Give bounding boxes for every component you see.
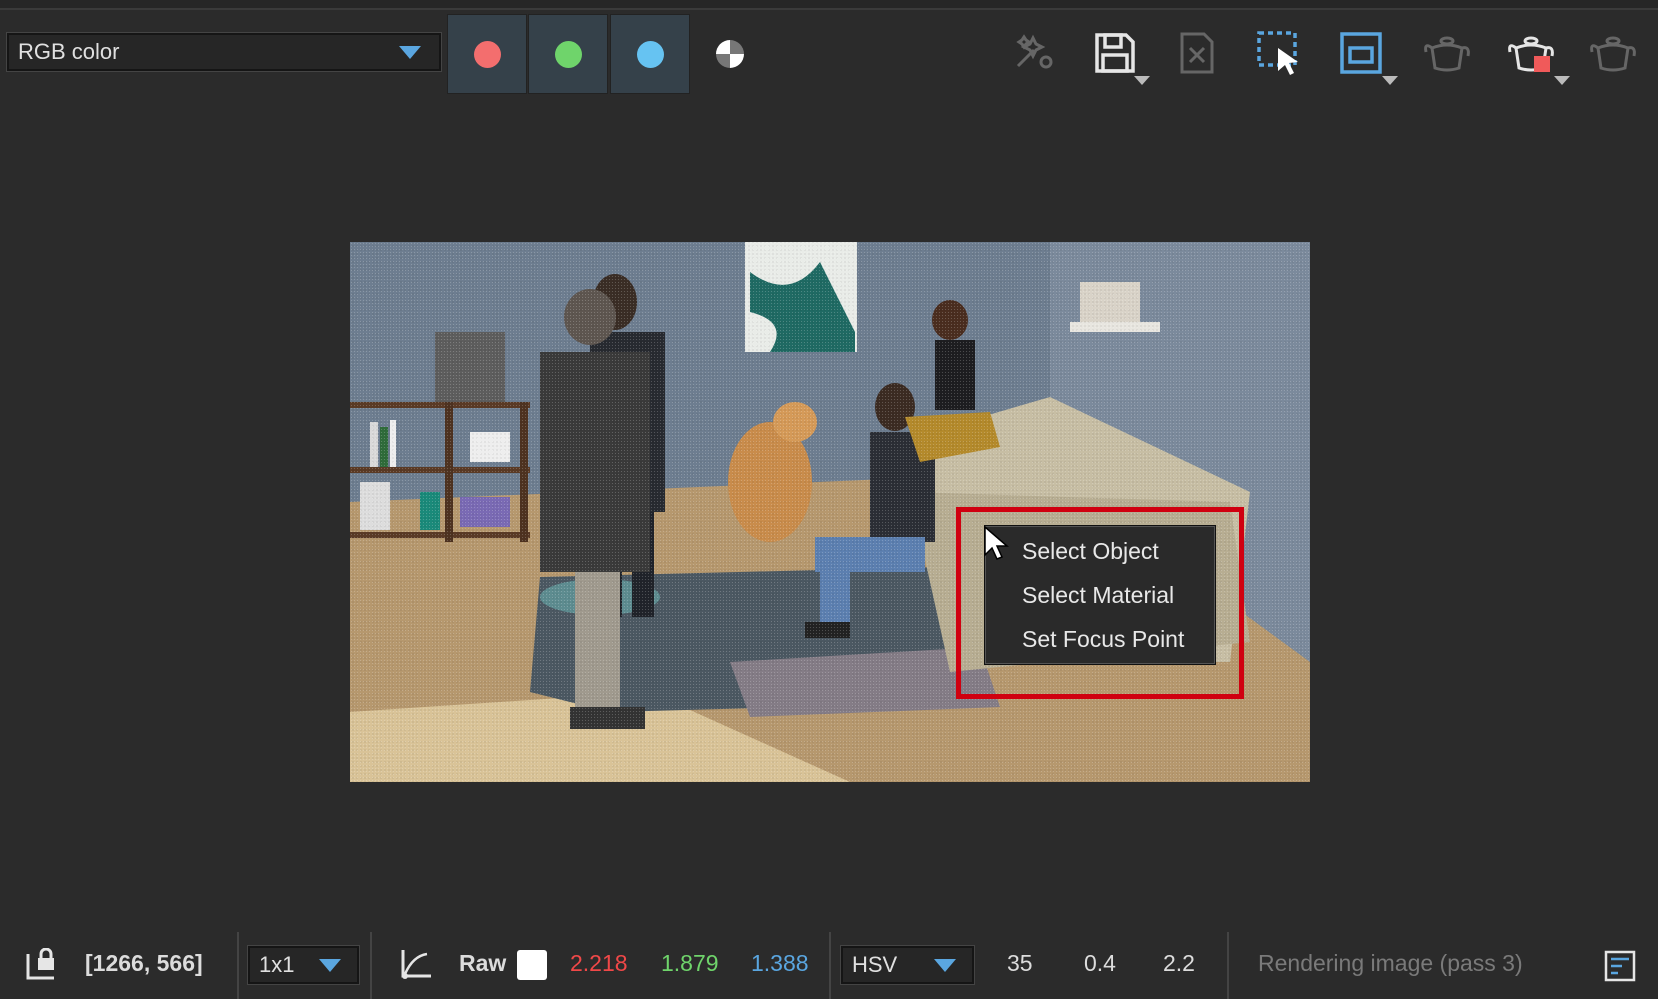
status-separator bbox=[237, 932, 239, 999]
status-separator bbox=[370, 932, 372, 999]
menu-item-select-object[interactable]: Select Object bbox=[985, 529, 1215, 573]
color-curve-icon[interactable] bbox=[397, 946, 433, 982]
color-space-label: Raw bbox=[459, 950, 507, 976]
chevron-down-icon bbox=[319, 959, 341, 972]
sample-size-dropdown[interactable]: 1x1 bbox=[247, 945, 360, 985]
status-separator bbox=[829, 932, 831, 999]
frame-dropdown-icon[interactable] bbox=[1382, 76, 1398, 85]
chevron-down-icon bbox=[399, 46, 421, 59]
channel-mode-value: RGB color bbox=[18, 39, 120, 64]
color-swatch bbox=[517, 950, 547, 980]
color-model-value: HSV bbox=[852, 952, 898, 977]
pixel-coordinates: [1266, 566] bbox=[85, 950, 203, 976]
channel-mode-dropdown[interactable]: RGB color bbox=[6, 32, 442, 72]
green-channel-button[interactable] bbox=[528, 14, 608, 94]
hue-value: 35 bbox=[1007, 950, 1033, 976]
log-panel-icon[interactable] bbox=[1604, 950, 1636, 982]
chevron-down-icon bbox=[934, 959, 956, 972]
blue-value: 1.388 bbox=[751, 950, 809, 976]
render-dropdown-icon[interactable] bbox=[1554, 76, 1570, 85]
color-model-dropdown[interactable]: HSV bbox=[840, 945, 975, 985]
render-last-icon[interactable] bbox=[1422, 28, 1472, 78]
render-status-message: Rendering image (pass 3) bbox=[1258, 950, 1523, 976]
mouse-cursor-icon bbox=[984, 525, 1009, 560]
blue-channel-button[interactable] bbox=[610, 14, 690, 94]
window-top-border bbox=[0, 0, 1658, 10]
clear-image-icon[interactable] bbox=[1172, 28, 1222, 78]
frame-buffer-icon[interactable] bbox=[1336, 28, 1398, 85]
denoise-icon[interactable] bbox=[1008, 28, 1058, 78]
red-channel-button[interactable] bbox=[447, 14, 527, 94]
red-value: 2.218 bbox=[570, 950, 628, 976]
saturation-value: 0.4 bbox=[1084, 950, 1116, 976]
red-dot-icon bbox=[473, 40, 501, 68]
lock-pixel-icon[interactable] bbox=[24, 948, 58, 982]
green-value: 1.879 bbox=[661, 950, 719, 976]
render-icon[interactable] bbox=[1588, 28, 1638, 78]
green-dot-icon bbox=[554, 40, 582, 68]
sample-size-value: 1x1 bbox=[259, 952, 295, 977]
alpha-channel-icon[interactable] bbox=[716, 40, 744, 68]
stop-render-icon[interactable] bbox=[1506, 28, 1570, 85]
menu-item-select-material[interactable]: Select Material bbox=[985, 573, 1215, 617]
value-value: 2.2 bbox=[1163, 950, 1195, 976]
status-separator bbox=[1227, 932, 1229, 999]
save-dropdown-icon[interactable] bbox=[1134, 76, 1150, 85]
save-image-icon[interactable] bbox=[1090, 28, 1150, 85]
context-menu: Select Object Select Material Set Focus … bbox=[984, 525, 1216, 665]
blue-dot-icon bbox=[636, 40, 664, 68]
menu-item-set-focus-point[interactable]: Set Focus Point bbox=[985, 617, 1215, 661]
select-region-icon[interactable] bbox=[1254, 28, 1304, 78]
